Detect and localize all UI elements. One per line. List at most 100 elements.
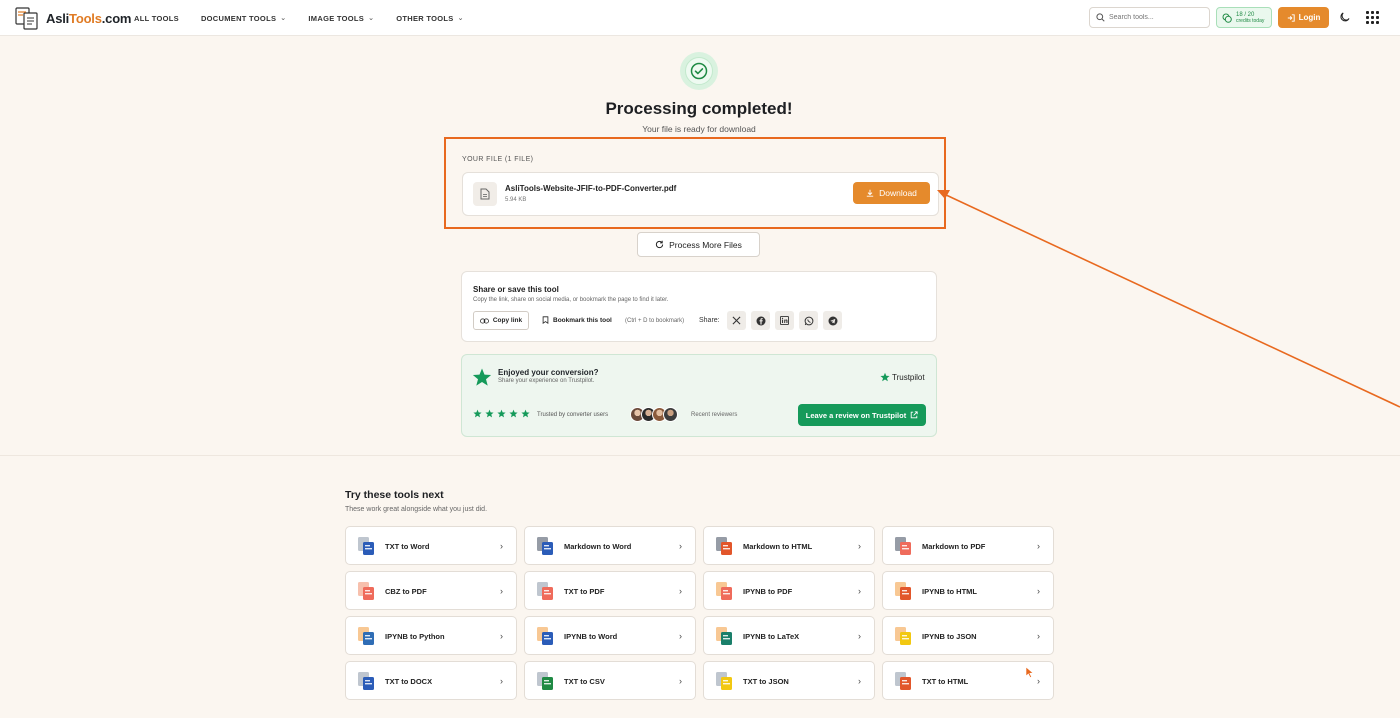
tool-label: IPYNB to HTML [922, 587, 977, 596]
chevron-right-icon: › [500, 631, 503, 641]
format-conversion-icon [716, 537, 732, 555]
tool-label: TXT to PDF [564, 587, 605, 596]
telegram-icon[interactable] [823, 311, 842, 330]
share-description: Copy the link, share on social media, or… [473, 297, 669, 303]
star-icon [497, 409, 506, 418]
avatar [663, 407, 678, 422]
share-icons [727, 311, 842, 330]
facebook-icon[interactable] [751, 311, 770, 330]
chevron-right-icon: › [1037, 586, 1040, 596]
tools-section-title: Try these tools next [345, 489, 444, 501]
nav-document-tools[interactable]: DOCUMENT TOOLS ⌄ [201, 14, 286, 23]
format-conversion-icon [537, 537, 553, 555]
nav-other-tools[interactable]: OTHER TOOLS ⌄ [396, 14, 464, 23]
chevron-right-icon: › [679, 676, 682, 686]
moon-icon[interactable] [1339, 11, 1351, 23]
tool-card[interactable]: TXT to CSV › [524, 661, 696, 700]
tools-grid: TXT to Word › Markdown to Word › Markdown to… [345, 526, 1054, 700]
x-icon[interactable] [727, 311, 746, 330]
tool-card[interactable]: IPYNB to Python › [345, 616, 517, 655]
share-card: Share or save this tool Copy the link, s… [461, 271, 937, 342]
format-conversion-icon [358, 582, 374, 600]
tool-card[interactable]: TXT to DOCX › [345, 661, 517, 700]
format-conversion-icon [716, 627, 732, 645]
leave-review-button[interactable]: Leave a review on Trustpilot [798, 404, 926, 426]
chevron-right-icon: › [500, 586, 503, 596]
page-title: Processing completed! [605, 99, 793, 118]
tool-label: IPYNB to PDF [743, 587, 793, 596]
link-icon [479, 317, 489, 324]
chevron-right-icon: › [858, 631, 861, 641]
bookmark-hint: (Ctrl + D to bookmark) [625, 318, 685, 324]
tool-label: IPYNB to Word [564, 632, 618, 641]
tool-card[interactable]: IPYNB to PDF › [703, 571, 875, 610]
credits-label: credits today [1236, 17, 1265, 24]
trustpilot-star-icon [880, 372, 890, 382]
chevron-down-icon: ⌄ [280, 15, 287, 22]
chevron-right-icon: › [679, 586, 682, 596]
tool-card[interactable]: TXT to PDF › [524, 571, 696, 610]
bookmark-icon [542, 316, 549, 324]
tool-card[interactable]: CBZ to PDF › [345, 571, 517, 610]
tool-card[interactable]: IPYNB to LaTeX › [703, 616, 875, 655]
site-logo[interactable]: AsliTools.com [15, 6, 131, 30]
check-circle-icon [690, 62, 708, 80]
review-subtitle: Share your experience on Trustpilot. [498, 378, 595, 384]
tool-card[interactable]: TXT to JSON › [703, 661, 875, 700]
linkedin-icon[interactable] [775, 311, 794, 330]
star-icon [509, 409, 518, 418]
chevron-right-icon: › [679, 631, 682, 641]
tool-card[interactable]: Markdown to Word › [524, 526, 696, 565]
format-conversion-icon [895, 627, 911, 645]
file-count-label: YOUR FILE (1 FILE) [462, 156, 534, 163]
share-title: Share or save this tool [473, 285, 559, 294]
download-icon [866, 189, 874, 197]
file-section-highlight: YOUR FILE (1 FILE) AsliTools-Website-JFI… [444, 137, 946, 229]
file-card: AsliTools-Website-JFIF-to-PDF-Converter.… [462, 172, 939, 216]
tool-label: TXT to HTML [922, 677, 969, 686]
recent-reviewers-text: Recent reviewers [691, 412, 738, 418]
tool-label: CBZ to PDF [385, 587, 427, 596]
nav-image-tools[interactable]: IMAGE TOOLS ⌄ [308, 14, 374, 23]
tool-card[interactable]: TXT to Word › [345, 526, 517, 565]
tool-card[interactable]: IPYNB to JSON › [882, 616, 1054, 655]
chevron-right-icon: › [500, 676, 503, 686]
page-subtitle: Your file is ready for download [642, 124, 756, 134]
login-label: Login [1298, 13, 1321, 22]
process-more-files-button[interactable]: Process More Files [637, 232, 760, 257]
format-conversion-icon [358, 537, 374, 555]
bookmark-button[interactable]: Bookmark this tool [542, 316, 612, 324]
search-input[interactable] [1109, 14, 1204, 21]
whatsapp-icon[interactable] [799, 311, 818, 330]
format-conversion-icon [716, 582, 732, 600]
login-button[interactable]: Login [1278, 7, 1329, 28]
format-conversion-icon [358, 672, 374, 690]
apps-grid-icon[interactable] [1366, 11, 1379, 24]
trustpilot-star-icon [472, 368, 492, 386]
share-label: Share: [699, 317, 720, 324]
download-button[interactable]: Download [853, 182, 930, 204]
credits-badge[interactable]: 18 / 20 credits today [1216, 7, 1272, 28]
tool-card[interactable]: Markdown to HTML › [703, 526, 875, 565]
chevron-right-icon: › [858, 676, 861, 686]
tool-card[interactable]: Markdown to PDF › [882, 526, 1054, 565]
tool-card[interactable]: IPYNB to Word › [524, 616, 696, 655]
tool-label: IPYNB to Python [385, 632, 445, 641]
tool-card[interactable]: IPYNB to HTML › [882, 571, 1054, 610]
chevron-right-icon: › [1037, 676, 1040, 686]
chevron-right-icon: › [858, 541, 861, 551]
process-more-label: Process More Files [669, 239, 742, 250]
chevron-right-icon: › [1037, 631, 1040, 641]
file-size: 5.94 KB [505, 197, 527, 203]
bookmark-label: Bookmark this tool [553, 316, 612, 324]
tool-label: IPYNB to JSON [922, 632, 977, 641]
copy-link-button[interactable]: Copy link [473, 311, 529, 330]
format-conversion-icon [537, 582, 553, 600]
file-icon [473, 182, 497, 206]
copy-link-label: Copy link [492, 317, 523, 324]
leave-review-label: Leave a review on Trustpilot [805, 410, 907, 420]
star-icon [473, 409, 482, 418]
nav-all-tools[interactable]: ALL TOOLS [134, 14, 179, 23]
search-box[interactable] [1089, 7, 1210, 28]
tool-label: TXT to Word [385, 542, 430, 551]
